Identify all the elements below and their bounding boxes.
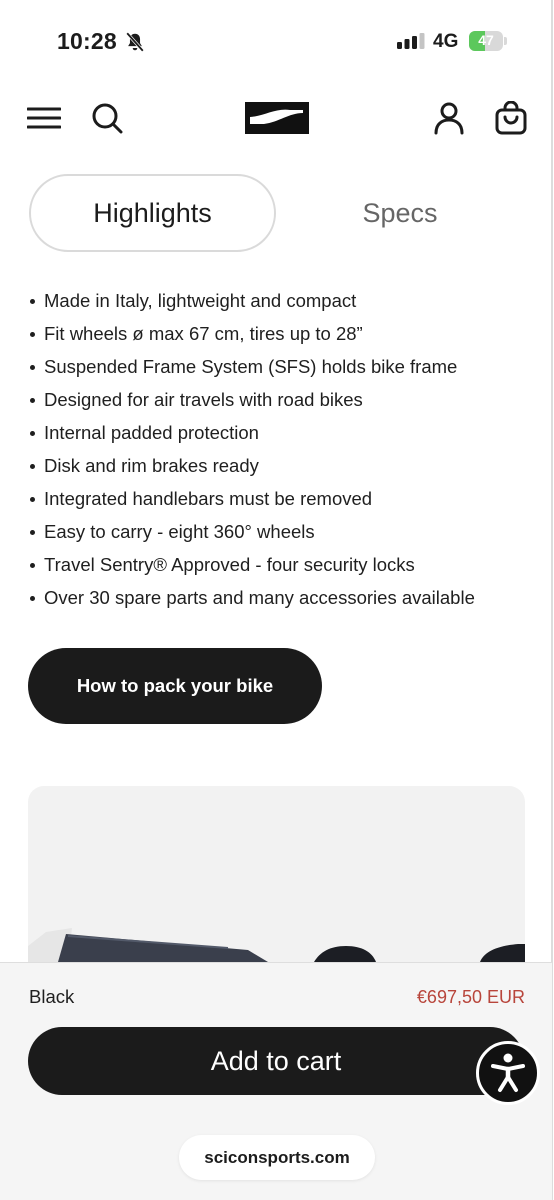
- price: €697,50 EUR: [416, 987, 525, 1007]
- status-time: 10:28: [57, 28, 117, 54]
- list-item: Over 30 spare parts and many accessories…: [28, 581, 538, 614]
- highlights-list: Made in Italy, lightweight and compact F…: [28, 284, 538, 614]
- add-to-cart-button[interactable]: Add to cart: [28, 1027, 524, 1095]
- browser-url-bar[interactable]: sciconsports.com: [179, 1135, 375, 1180]
- list-item: Fit wheels ø max 67 cm, tires up to 28”: [28, 317, 538, 350]
- status-bar: 10:28 4G 47: [0, 0, 554, 80]
- list-item: Disk and rim brakes ready: [28, 449, 538, 482]
- list-item: Suspended Frame System (SFS) holds bike …: [28, 350, 538, 383]
- account-icon[interactable]: [432, 101, 466, 135]
- selected-color: Black: [29, 986, 75, 1007]
- search-icon[interactable]: [90, 101, 124, 135]
- list-item: Made in Italy, lightweight and compact: [28, 284, 538, 317]
- bell-slash-icon: [126, 32, 144, 52]
- product-image[interactable]: [28, 786, 525, 986]
- list-item: Internal padded protection: [28, 416, 538, 449]
- signal-icon: [397, 33, 425, 49]
- tab-highlights[interactable]: Highlights: [29, 174, 276, 252]
- list-item: Travel Sentry® Approved - four security …: [28, 548, 538, 581]
- cart-icon[interactable]: [494, 101, 528, 135]
- menu-icon[interactable]: [27, 101, 61, 135]
- list-item: Easy to carry - eight 360° wheels: [28, 515, 538, 548]
- accessibility-button[interactable]: [476, 1041, 540, 1105]
- battery-icon: 47: [469, 31, 507, 51]
- tab-specs[interactable]: Specs: [300, 174, 500, 252]
- bike-bag-image: [28, 928, 525, 962]
- accessibility-icon: [491, 1053, 525, 1092]
- battery-percent: 47: [478, 32, 494, 48]
- how-to-pack-button[interactable]: How to pack your bike: [28, 648, 322, 724]
- list-item: Integrated handlebars must be removed: [28, 482, 538, 515]
- brand-logo[interactable]: [245, 102, 309, 134]
- list-item: Designed for air travels with road bikes: [28, 383, 538, 416]
- network-type: 4G: [433, 31, 459, 52]
